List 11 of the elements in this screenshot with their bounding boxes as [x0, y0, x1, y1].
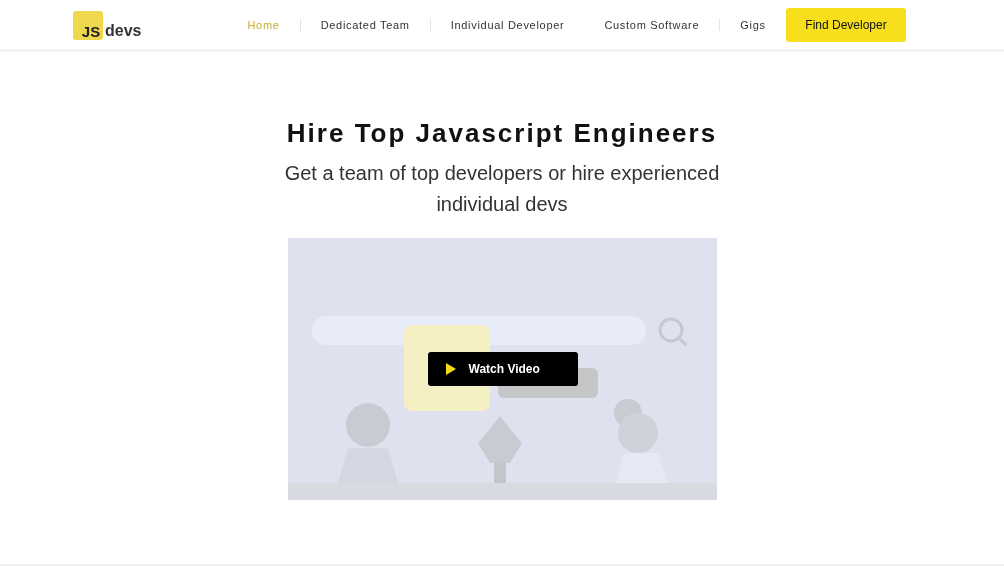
watch-video-button[interactable]: Watch Video	[427, 352, 578, 386]
nav-link[interactable]: Custom Software	[604, 18, 700, 31]
logo-text[interactable]: devs	[105, 21, 142, 40]
nav-link[interactable]: Gigs	[740, 18, 766, 31]
hero-subtitle: Get a team of top developers or hire experienced individual devs	[283, 161, 721, 217]
play-icon	[445, 363, 456, 375]
nav-link[interactable]: Individual Developer	[450, 18, 565, 31]
hero-title: Hire Top Javascript Engineers	[286, 118, 718, 148]
find-developer-button[interactable]: Find Developer	[786, 7, 906, 42]
logo-mark[interactable]: JS	[73, 10, 103, 40]
nav-link[interactable]: Dedicated Team	[320, 18, 410, 31]
